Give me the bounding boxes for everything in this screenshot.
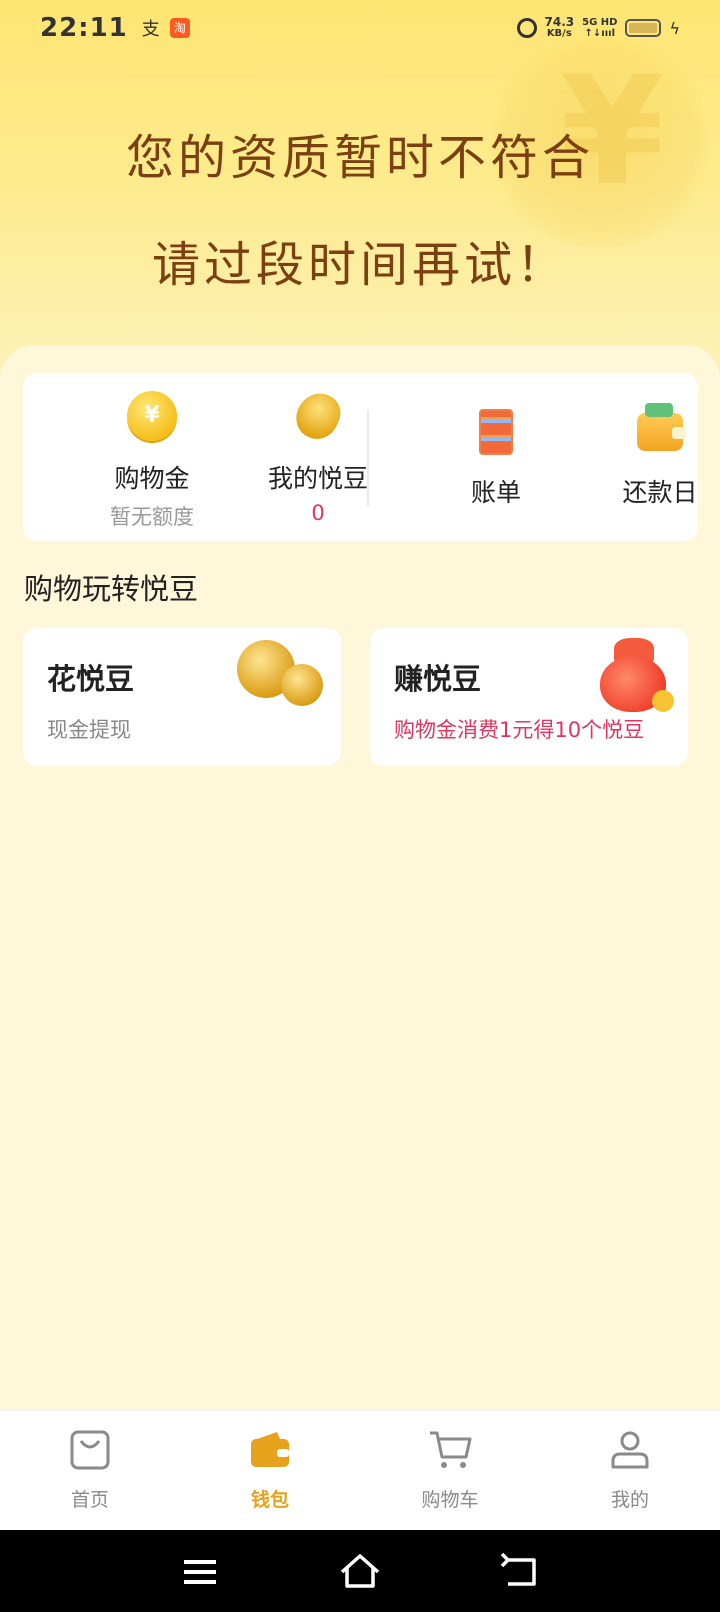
beans-icon	[233, 636, 329, 716]
earn-beans-card[interactable]: 赚悦豆 购物金消费1元得10个悦豆	[370, 628, 688, 766]
quick-action-label: 购物金	[114, 464, 190, 493]
alarm-icon	[516, 18, 537, 38]
card-title: 花悦豆	[47, 662, 135, 696]
nav-label: 我的	[610, 1489, 649, 1511]
network-type: 5G HD	[582, 17, 618, 28]
charging-icon: ϟ	[669, 18, 680, 38]
network-speed-value: 74.3	[544, 15, 575, 29]
nav-label: 购物车	[421, 1489, 479, 1511]
quick-action-label: 账单	[470, 478, 521, 507]
quick-action-label: 我的悦豆	[267, 464, 368, 493]
hero-message-line2: 请过段时间再试！	[151, 237, 568, 293]
back-icon[interactable]	[498, 1550, 542, 1594]
nav-home[interactable]: 首页	[0, 1411, 180, 1531]
status-time: 22:11	[40, 13, 128, 43]
battery-icon	[625, 19, 662, 37]
home-icon[interactable]	[338, 1550, 382, 1594]
network-speed-unit: KB/s	[546, 28, 572, 39]
nav-mine[interactable]: 我的	[540, 1411, 720, 1531]
bottom-navigation: 首页 钱包 购物车 我的	[0, 1410, 720, 1530]
network-speed: 74.3 KB/s	[545, 16, 575, 40]
card-subtitle: 现金提现	[47, 718, 131, 742]
section-title: 购物玩转悦豆	[24, 572, 199, 606]
menu-icon[interactable]	[178, 1550, 222, 1594]
wallet-icon	[251, 1432, 289, 1467]
quick-action-my-beans[interactable]: 我的悦豆 0	[233, 373, 403, 541]
quick-action-repayment-day[interactable]: 还款日	[575, 373, 720, 541]
bean-icon	[289, 386, 347, 446]
status-indicators: 74.3 KB/s 5G HD ↑↓ıııl ϟ	[516, 16, 680, 40]
bean-count: 0	[311, 501, 325, 525]
card-title: 赚悦豆	[394, 662, 482, 696]
alipay-notification-icon: 支	[141, 19, 160, 40]
signal-indicator: 5G HD ↑↓ıııl	[582, 17, 617, 39]
coin-icon: ¥	[127, 391, 177, 441]
quick-action-sub: 暂无额度	[110, 505, 194, 529]
card-subtitle: 购物金消费1元得10个悦豆	[394, 718, 645, 742]
quick-action-shopping-gold[interactable]: ¥ 购物金 暂无额度	[67, 373, 237, 541]
cart-icon	[430, 1431, 472, 1468]
wallet-icon	[637, 403, 686, 451]
spend-beans-card[interactable]: 花悦豆 现金提现	[23, 628, 341, 766]
shopping-bag-icon	[70, 1430, 110, 1470]
nav-label: 钱包	[250, 1489, 289, 1511]
lucky-bag-icon	[600, 638, 674, 714]
nav-label: 首页	[70, 1489, 109, 1511]
quick-actions-card: ¥ 购物金 暂无额度 我的悦豆 0 账单 还款日	[23, 373, 698, 541]
quick-actions-divider	[367, 410, 369, 506]
quick-action-bill[interactable]: 账单	[411, 373, 581, 541]
hero-message-line1: 您的资质暂时不符合	[125, 130, 594, 186]
quick-action-label: 还款日	[622, 478, 698, 507]
user-icon	[611, 1431, 649, 1469]
system-navigation-bar	[0, 1530, 720, 1612]
nav-cart[interactable]: 购物车	[360, 1411, 540, 1531]
nav-wallet[interactable]: 钱包	[180, 1411, 360, 1531]
bill-icon	[479, 409, 513, 455]
taobao-notification-icon: 淘	[169, 18, 190, 38]
